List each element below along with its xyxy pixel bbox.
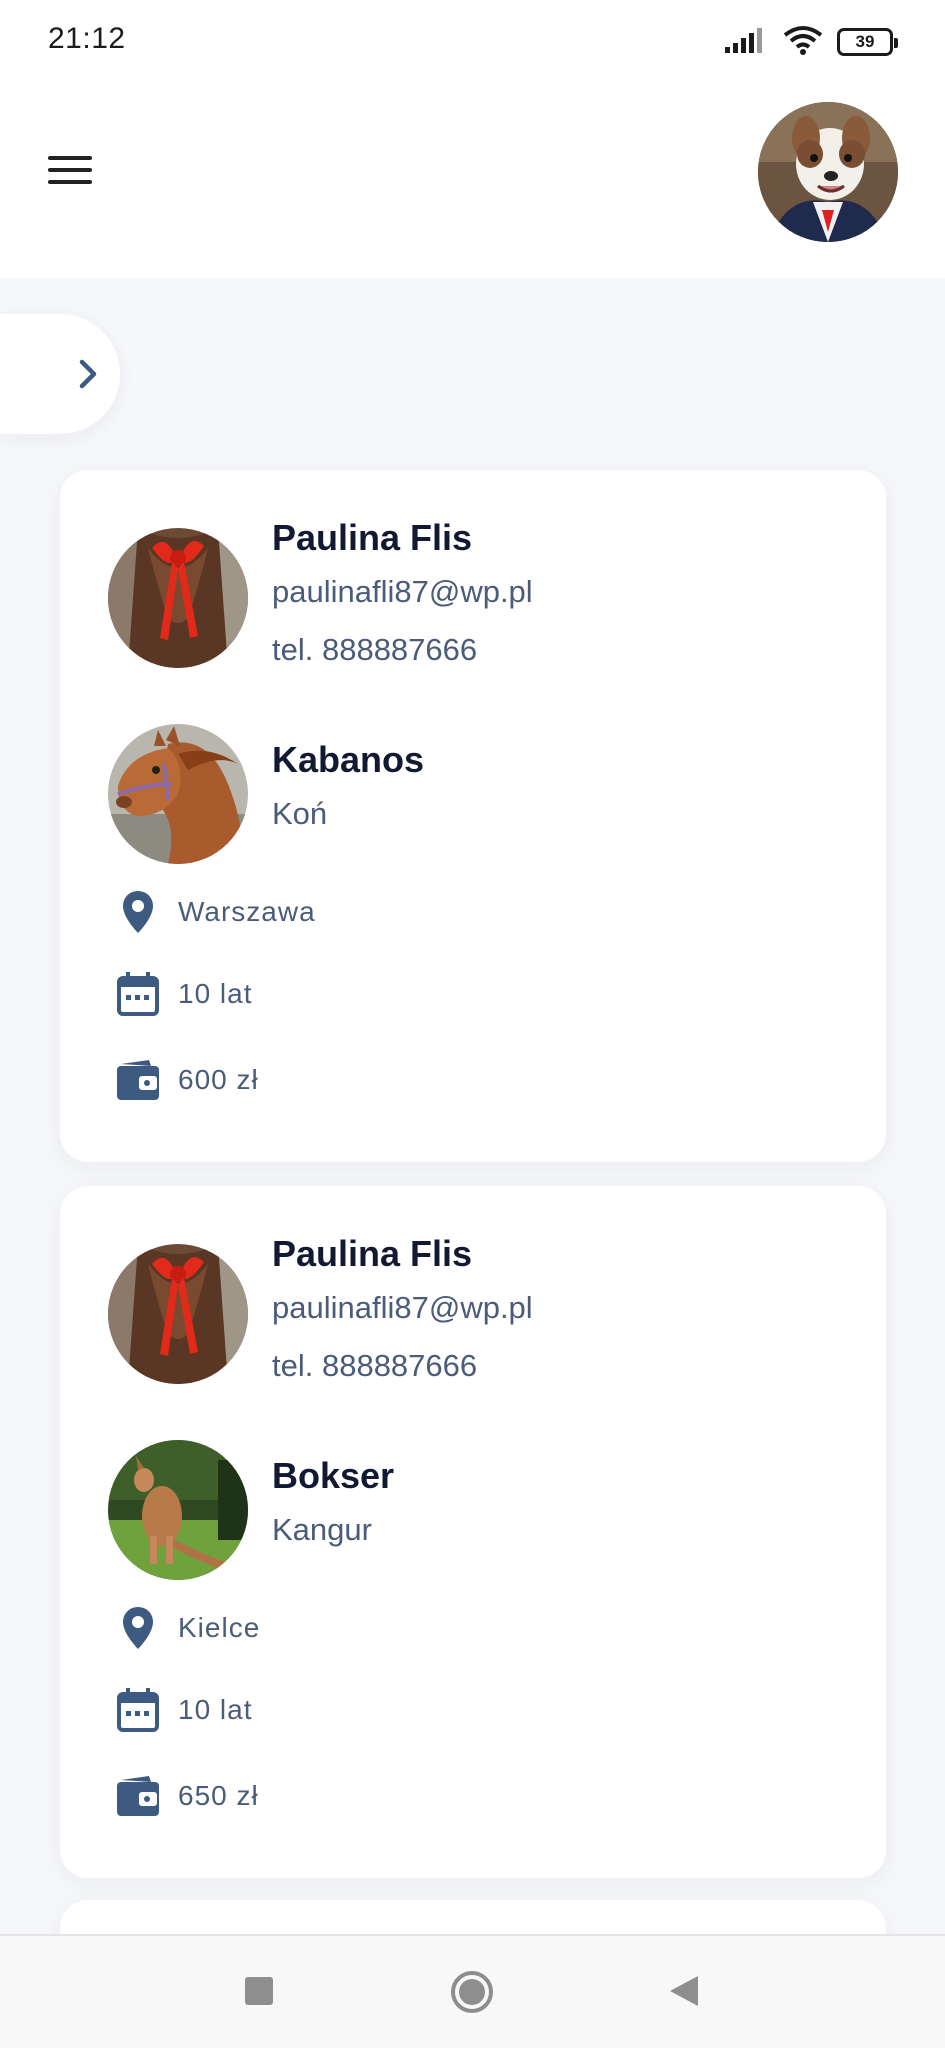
pet-info: Kabanos Koń [272, 738, 424, 836]
pet-avatar [108, 724, 248, 864]
age-row: 10 lat [114, 1686, 253, 1734]
calendar-icon [114, 970, 162, 1018]
owner-email[interactable]: paulinafli87@wp.pl [272, 1286, 533, 1330]
pet-species: Koń [272, 796, 328, 831]
wallet-icon [114, 1056, 162, 1104]
location-pin-icon [114, 1604, 162, 1652]
age-text: 10 lat [178, 978, 253, 1009]
owner-info: Paulina Flis paulinafli87@wp.pl tel. 888… [272, 516, 533, 672]
price-row: 600 zł [114, 1056, 259, 1104]
location-row: Warszawa [114, 888, 316, 936]
location-text: Kielce [178, 1612, 261, 1643]
user-profile-avatar[interactable] [758, 102, 898, 242]
price-text: 650 zł [178, 1780, 259, 1811]
age-row: 10 lat [114, 970, 253, 1018]
system-nav-bar [0, 1934, 945, 2048]
location-pin-icon [114, 888, 162, 936]
drawer-toggle-button[interactable] [0, 314, 120, 434]
battery-icon: 39 [837, 28, 898, 56]
owner-name: Paulina Flis [272, 517, 473, 558]
pet-name: Kabanos [272, 739, 425, 780]
recents-square-icon[interactable] [244, 1976, 274, 2011]
pet-avatar [108, 1440, 248, 1580]
status-time: 21:12 [48, 22, 126, 55]
owner-name: Paulina Flis [272, 1233, 473, 1274]
listing-card[interactable]: Paulina Flis paulinafli87@wp.pl tel. 888… [60, 470, 886, 1162]
wallet-icon [114, 1772, 162, 1820]
owner-phone[interactable]: tel. 888887666 [272, 1344, 533, 1388]
calendar-icon [114, 1686, 162, 1734]
pet-info: Bokser Kangur [272, 1454, 394, 1552]
app-bar [0, 82, 945, 278]
location-text: Warszawa [178, 896, 316, 927]
pet-species: Kangur [272, 1512, 372, 1547]
age-text: 10 lat [178, 1694, 253, 1725]
price-row: 650 zł [114, 1772, 259, 1820]
hamburger-menu-icon[interactable] [44, 150, 96, 190]
owner-phone[interactable]: tel. 888887666 [272, 628, 533, 672]
listing-card[interactable]: Paulina Flis paulinafli87@wp.pl tel. 888… [60, 1186, 886, 1878]
back-triangle-icon[interactable] [668, 1974, 700, 2013]
signal-icon [725, 27, 769, 58]
owner-avatar [108, 1244, 248, 1384]
owner-info: Paulina Flis paulinafli87@wp.pl tel. 888… [272, 1232, 533, 1388]
price-text: 600 zł [178, 1064, 259, 1095]
pet-name: Bokser [272, 1455, 395, 1496]
status-bar: 21:12 39 [0, 0, 945, 82]
home-circle-icon[interactable] [450, 1970, 494, 2019]
status-icons: 39 [725, 24, 898, 60]
wifi-icon [783, 25, 823, 60]
owner-avatar [108, 528, 248, 668]
chevron-right-icon [79, 359, 97, 389]
owner-email[interactable]: paulinafli87@wp.pl [272, 570, 533, 614]
location-row: Kielce [114, 1604, 260, 1652]
